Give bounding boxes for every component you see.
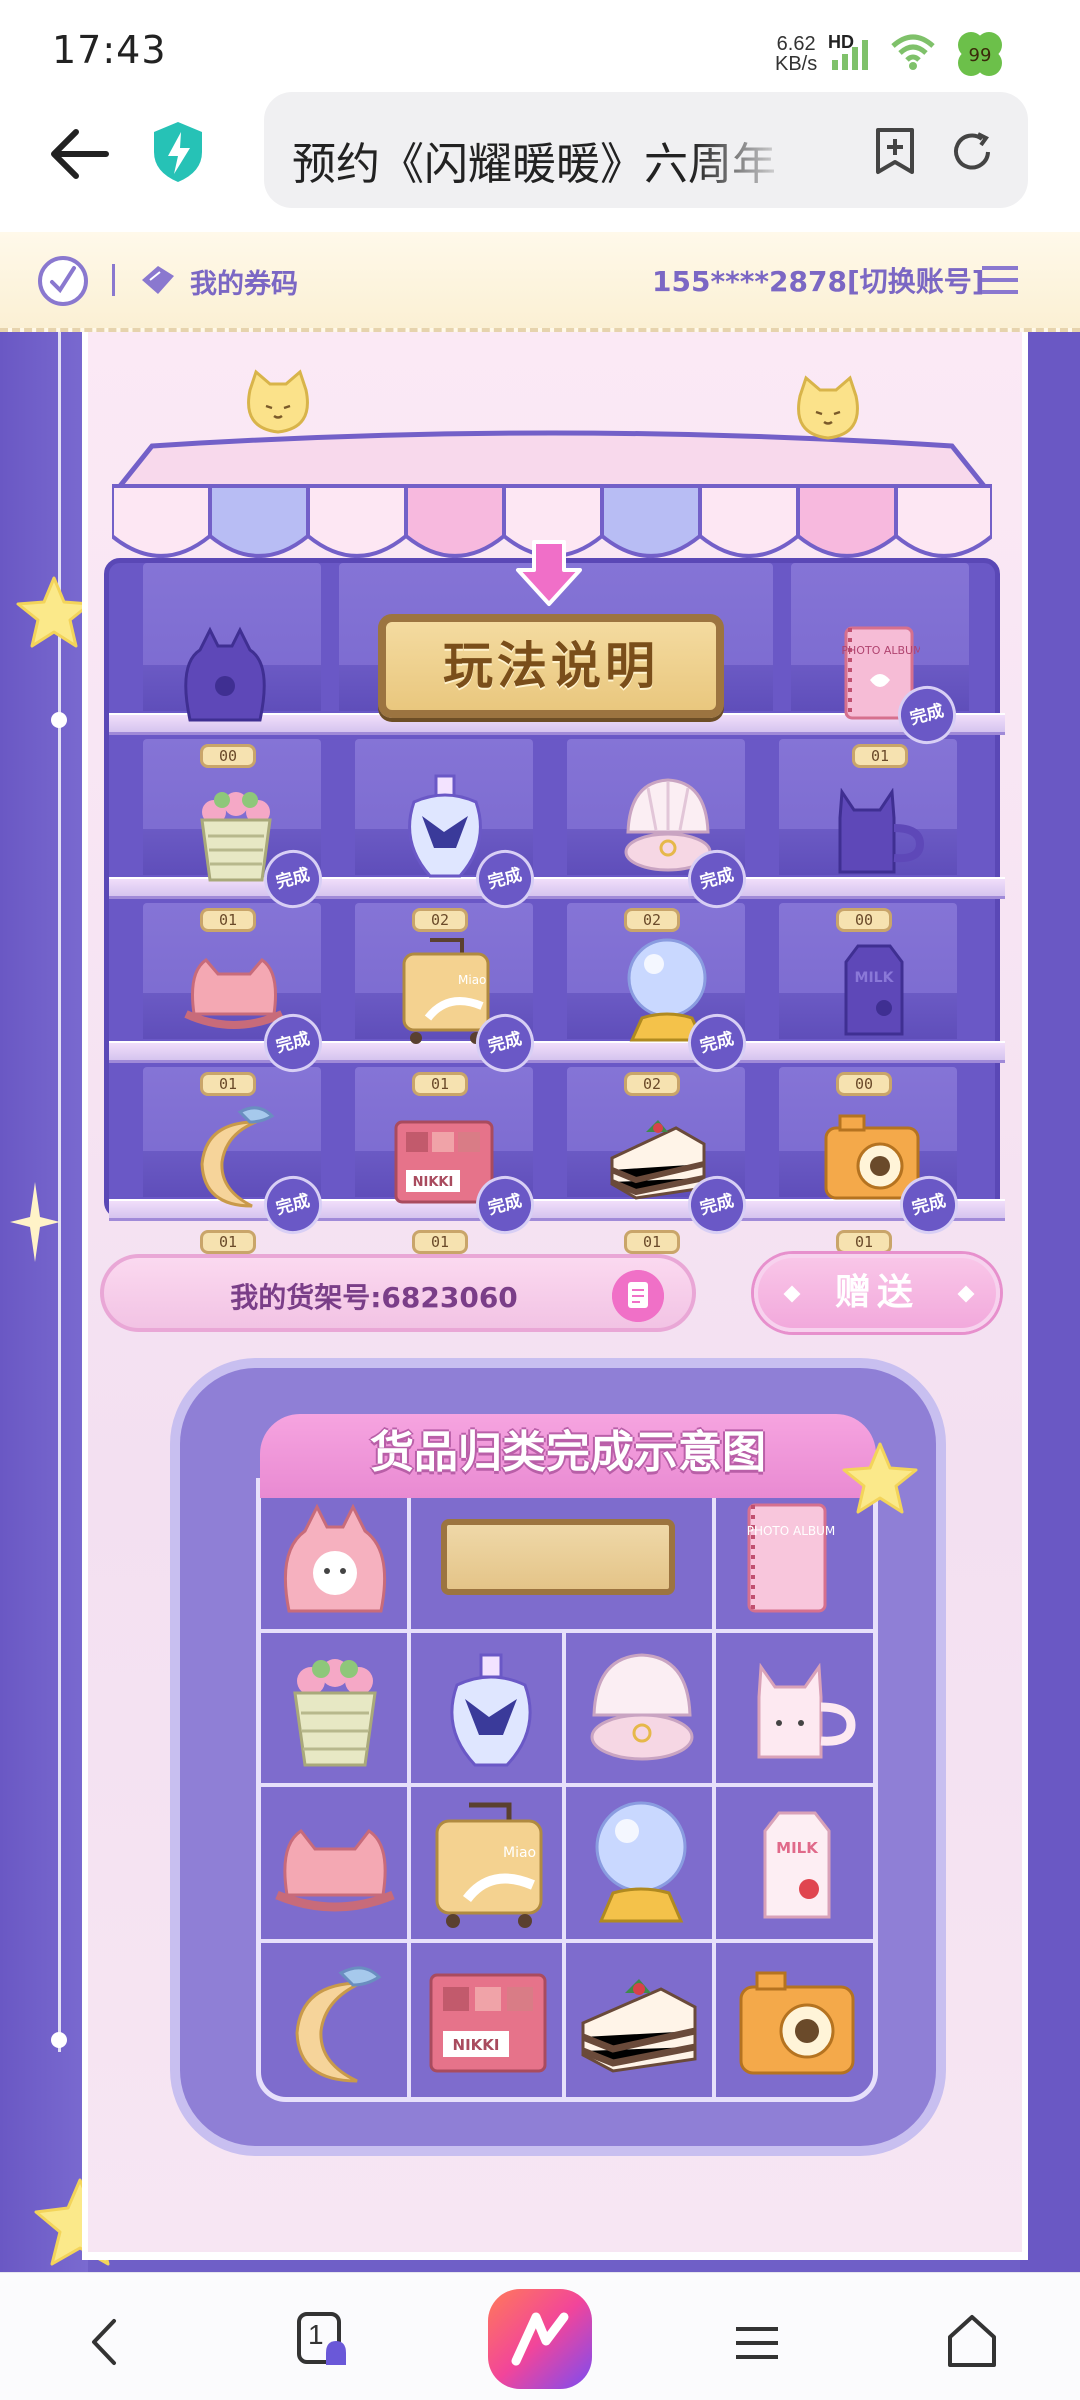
cake-slice-icon	[581, 1979, 697, 2073]
page-header: 我的券码 155****2878[切换账号]	[0, 232, 1080, 332]
svg-text:Miao: Miao	[503, 1845, 536, 1861]
tab-count: 1	[308, 2319, 324, 2350]
diagram-title-banner: 货品归类完成示意图	[260, 1414, 876, 1498]
count-tag: 01	[852, 744, 908, 768]
flower-basket-icon	[293, 1659, 377, 1767]
cat-hat-icon	[184, 958, 284, 1029]
back-arrow-icon[interactable]	[46, 124, 112, 184]
net-speed: 6.62 KB/s	[775, 33, 818, 75]
bunny-backpack-icon	[283, 1503, 387, 1613]
down-arrow-icon	[516, 540, 582, 606]
count-tag: 01	[836, 1230, 892, 1254]
diagram-card: PHOTO ALBUM Miao MILK NIKKI 货品归类完成示意图	[170, 1358, 946, 2156]
url-title[interactable]: 预约《闪耀暖暖》六周年	[292, 128, 792, 192]
suitcase-icon: Miao	[435, 1802, 543, 1928]
nav-back-icon[interactable]	[88, 2317, 118, 2367]
diagram-cell-wide	[411, 1483, 716, 1633]
divider	[112, 264, 115, 296]
home-icon[interactable]	[944, 2313, 1000, 2369]
hamburger-menu-icon[interactable]	[980, 262, 1020, 298]
count-tag: 00	[200, 744, 256, 768]
svg-text:MILK: MILK	[855, 970, 895, 986]
music-logo-icon[interactable]	[36, 254, 90, 308]
photo-album-icon: PHOTO ALBUM	[747, 1503, 836, 1613]
gift-button[interactable]: 赠送	[754, 1254, 1000, 1332]
count-tag: 02	[624, 908, 680, 932]
backpack-icon	[184, 626, 266, 722]
milk-carton-icon: MILK	[844, 944, 904, 1036]
count-tag: 01	[200, 1072, 256, 1096]
shelf-plank	[109, 1041, 1005, 1063]
count-tag: 00	[836, 908, 892, 932]
svg-text:PHOTO ALBUM: PHOTO ALBUM	[747, 1524, 836, 1538]
count-tag: 01	[624, 1230, 680, 1254]
browser-bottom-nav: 1	[0, 2272, 1080, 2400]
tabs-button[interactable]: 1	[296, 2311, 348, 2369]
svg-text:Miao: Miao	[458, 973, 486, 987]
address-bar[interactable]: 预约《闪耀暖暖》六周年	[264, 92, 1028, 208]
browser-toolbar: 预约《闪耀暖暖》六周年	[0, 80, 1080, 230]
moon-icon	[295, 1966, 382, 2083]
cat-hat-icon	[275, 1829, 395, 1912]
svg-text:NIKKI: NIKKI	[413, 1175, 454, 1190]
main-content: 玩法说明 PHOTO ALBUM Miao MILK NIKKI 00 01 0…	[0, 332, 1080, 2272]
count-tag: 01	[200, 1230, 256, 1254]
account-switch-link[interactable]: 155****2878[切换账号]	[652, 260, 985, 300]
bunny-mug-icon	[838, 788, 925, 874]
perfume-bottle-icon	[450, 1653, 532, 1767]
signal-icon	[832, 40, 868, 70]
svg-text:PHOTO ALBUM: PHOTO ALBUM	[841, 644, 920, 657]
coupon-icon[interactable]	[138, 262, 178, 298]
nav-menu-icon[interactable]	[734, 2323, 780, 2363]
diagram-grid: PHOTO ALBUM Miao MILK NIKKI	[256, 1478, 878, 2102]
count-tag: 02	[412, 908, 468, 932]
count-tag: 00	[836, 1072, 892, 1096]
browser-logo-icon[interactable]	[486, 2287, 594, 2391]
count-tag: 01	[200, 908, 256, 932]
nikki-palette-icon: NIKKI	[429, 1973, 547, 2073]
shell-ring-icon	[590, 1653, 694, 1761]
perfume-bottle-icon	[408, 774, 482, 878]
cat-icon	[247, 369, 309, 434]
status-bar: 17:43 6.62 KB/s HD 99	[0, 0, 1080, 80]
wifi-icon	[891, 34, 935, 70]
my-coupons-link[interactable]: 我的券码	[190, 262, 298, 301]
svg-text:99: 99	[969, 45, 992, 66]
clover-icon: 99	[958, 32, 1002, 76]
camera-icon	[739, 1971, 855, 2075]
clock: 17:43	[52, 28, 167, 72]
reload-icon[interactable]	[948, 128, 996, 176]
milk-carton-icon: MILK	[763, 1811, 831, 1919]
shelf: 玩法说明 PHOTO ALBUM Miao MILK NIKKI 00 01 0…	[100, 368, 1005, 1254]
count-tag: 02	[624, 1072, 680, 1096]
bunny-mug-icon	[757, 1663, 856, 1759]
svg-text:MILK: MILK	[776, 1839, 819, 1857]
sparkle-icon	[10, 1182, 60, 1262]
svg-text:NIKKI: NIKKI	[453, 2036, 500, 2054]
shelf-number-field: 我的货架号:6823060	[100, 1254, 696, 1332]
add-bookmark-icon[interactable]	[870, 126, 920, 176]
copy-icon[interactable]	[612, 1270, 664, 1322]
rules-button[interactable]: 玩法说明	[378, 614, 724, 718]
count-tag: 01	[412, 1072, 468, 1096]
decor-dot	[51, 712, 67, 728]
star-icon	[842, 1442, 918, 1514]
decor-dot	[51, 2032, 67, 2048]
shield-icon[interactable]	[150, 120, 206, 184]
crystal-ball-icon	[595, 1801, 687, 1923]
right-border-decor	[1020, 332, 1080, 2272]
blank-plaque	[441, 1519, 675, 1595]
cat-icon	[797, 375, 859, 440]
count-tag: 01	[412, 1230, 468, 1254]
